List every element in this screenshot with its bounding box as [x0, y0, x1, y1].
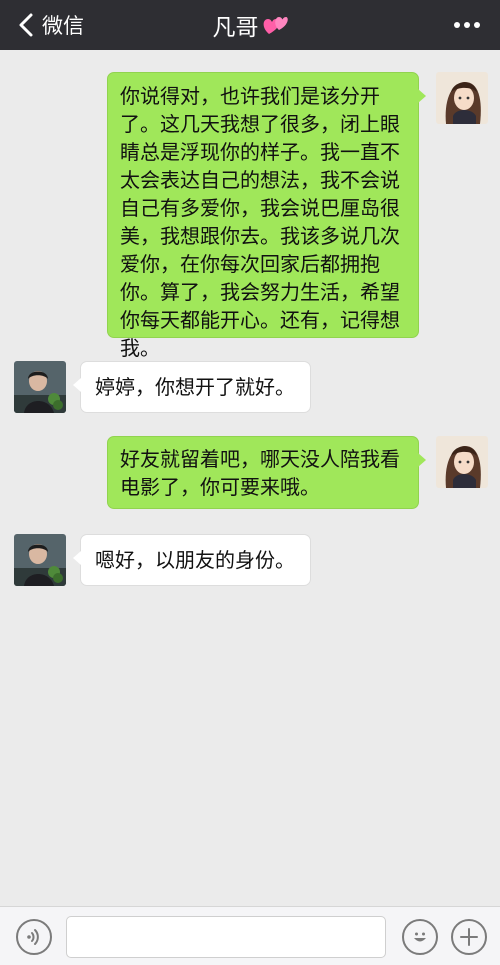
message-line: 电影了，你可要来哦。 — [120, 475, 320, 499]
message-line: 你。算了，我会努力生活，希望 — [120, 280, 400, 304]
message-line: 好友就留着吧，哪天没人陪我看 — [120, 447, 400, 471]
message-line: 太会表达自己的想法，我不会说 — [120, 168, 400, 192]
avatar-illustration-icon — [436, 72, 488, 124]
chat-title-text: 凡哥 — [212, 15, 259, 41]
message-line: 睛总是浮现你的样子。我一直不 — [120, 140, 400, 164]
avatar-illustration-icon — [436, 436, 488, 488]
message-line: 我。 — [120, 336, 160, 360]
message-line: 婷婷，你想开了就好。 — [95, 375, 295, 399]
input-bar — [0, 906, 500, 965]
more-dot-icon — [464, 22, 470, 28]
message-line: 嗯好，以朋友的身份。 — [95, 548, 295, 572]
message-bubble[interactable]: 婷婷，你想开了就好。 — [73, 361, 311, 413]
message-bubble[interactable]: 你说得对，也许我们是该分开 了。这几天我想了很多，闭上眼 睛总是浮现你的样子。我… — [107, 72, 426, 360]
more-dot-icon — [454, 22, 460, 28]
chevron-left-icon — [19, 13, 33, 37]
more-button[interactable] — [454, 0, 480, 50]
avatar-photo-icon — [14, 534, 66, 586]
back-label: 微信 — [42, 14, 84, 38]
message-bubble[interactable]: 嗯好，以朋友的身份。 — [73, 534, 311, 586]
contact-avatar[interactable] — [14, 361, 66, 413]
back-button[interactable]: 微信 — [16, 0, 84, 50]
message-line: 你说得对，也许我们是该分开 — [120, 84, 380, 108]
heart-emoji-icon — [263, 17, 288, 34]
contact-avatar[interactable] — [14, 534, 66, 586]
emoji-icon — [414, 932, 426, 942]
avatar-photo-icon — [14, 361, 66, 413]
message-line: 爱你，在你每次回家后都拥抱 — [120, 252, 380, 276]
message-bubble[interactable]: 好友就留着吧，哪天没人陪我看 电影了，你可要来哦。 — [107, 436, 426, 509]
voice-button[interactable] — [16, 919, 52, 955]
message-input[interactable] — [66, 916, 386, 958]
my-avatar[interactable] — [436, 436, 488, 488]
voice-icon — [27, 929, 39, 945]
more-dot-icon — [474, 22, 480, 28]
emoji-button[interactable] — [402, 919, 438, 955]
plus-icon — [460, 928, 478, 946]
my-avatar[interactable] — [436, 72, 488, 124]
message-line: 自己有多爱你，我会说巴厘岛很 — [120, 196, 400, 220]
message-line: 你每天都能开心。还有，记得想 — [120, 308, 400, 332]
message-line: 美，我想跟你去。我该多说几次 — [120, 224, 400, 248]
plus-button[interactable] — [451, 919, 487, 955]
nav-bar: 微信 凡哥 — [0, 0, 500, 50]
message-line: 了。这几天我想了很多，闭上眼 — [120, 112, 400, 136]
